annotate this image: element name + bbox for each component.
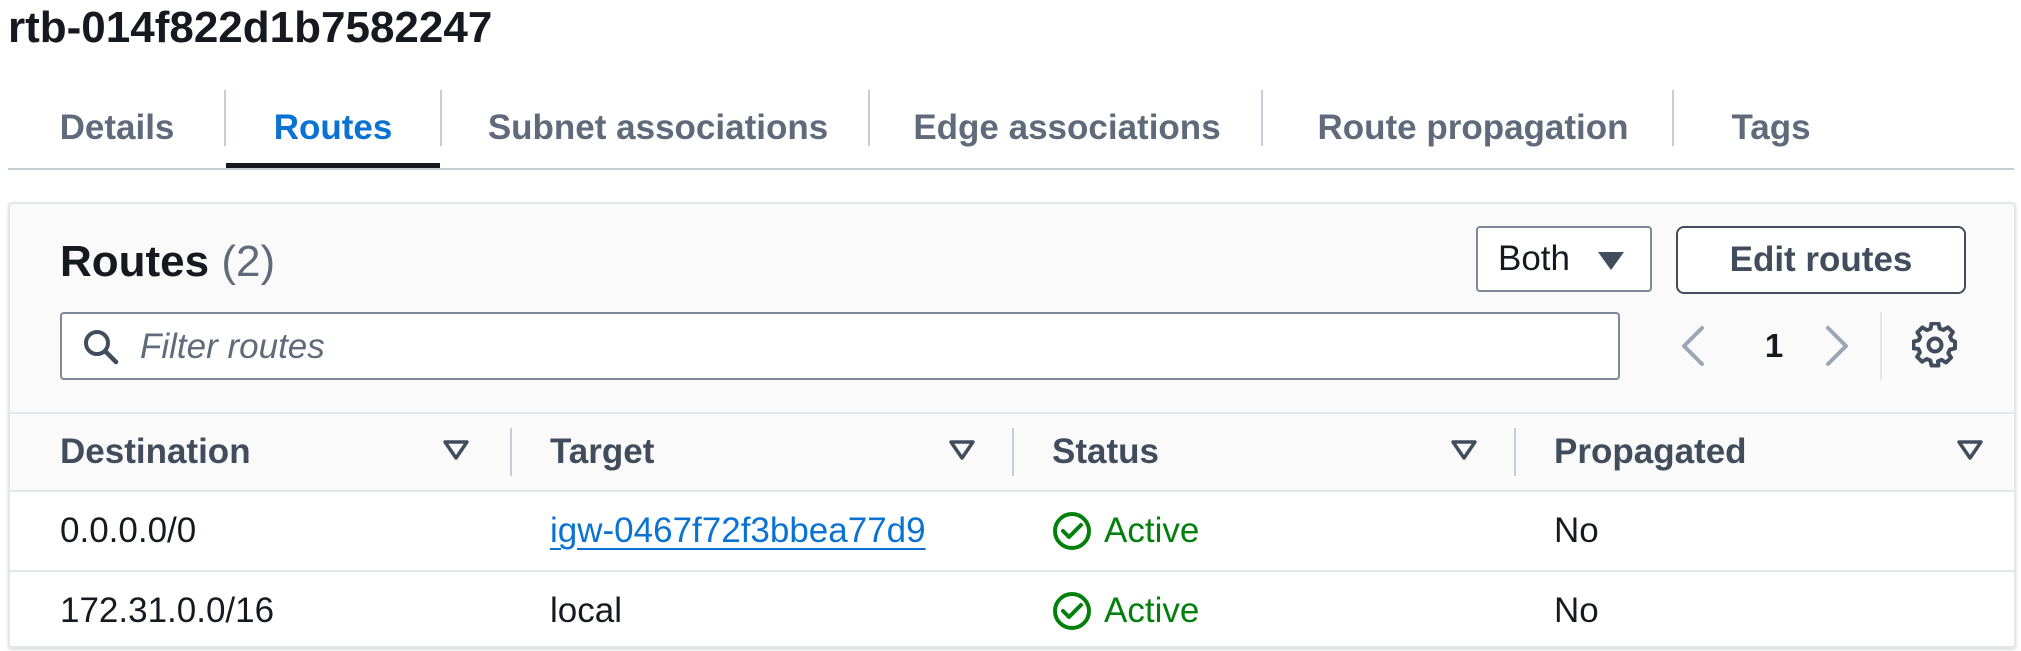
cell-status: Active <box>1052 492 1199 570</box>
column-header-propagated[interactable]: Propagated <box>1554 414 1747 490</box>
table-row: 0.0.0.0/0 igw-0467f72f3bbea77d9 Active N… <box>10 492 2014 572</box>
filter-routes-search[interactable] <box>60 312 1620 380</box>
routes-table: Destination Target Status Propagated 0.0… <box>10 412 2014 646</box>
tab-subnet-associations[interactable]: Subnet associations <box>442 90 874 166</box>
cell-destination: 0.0.0.0/0 <box>60 511 197 550</box>
column-divider[interactable] <box>510 428 512 476</box>
pagination-divider <box>1880 312 1882 380</box>
column-divider[interactable] <box>1514 428 1516 476</box>
table-header: Destination Target Status Propagated <box>10 412 2014 492</box>
tab-details[interactable]: Details <box>8 90 226 166</box>
cell-target: igw-0467f72f3bbea77d9 <box>550 492 926 570</box>
gear-icon[interactable] <box>1912 322 1958 368</box>
status-label: Active <box>1104 511 1200 550</box>
sort-icon[interactable] <box>1956 438 1984 462</box>
tab-routes[interactable]: Routes <box>226 90 440 168</box>
cell-destination: 172.31.0.0/16 <box>60 591 275 630</box>
target-link[interactable]: igw-0467f72f3bbea77d9 <box>550 511 926 551</box>
check-circle-icon <box>1053 512 1091 550</box>
pagination-current-page[interactable]: 1 <box>1754 322 1794 370</box>
column-header-destination[interactable]: Destination <box>60 414 251 490</box>
caret-down-icon <box>1598 252 1624 270</box>
column-header-status[interactable]: Status <box>1052 414 1159 490</box>
routes-container: Routes (2) Both Edit routes 1 Destinatio… <box>8 202 2016 648</box>
cell-propagated: No <box>1554 511 1599 550</box>
routes-heading-label: Routes <box>60 237 210 286</box>
route-filter-select-value: Both <box>1498 239 1570 278</box>
filter-routes-input[interactable] <box>138 322 1602 372</box>
cell-status: Active <box>1052 572 1200 646</box>
column-header-target[interactable]: Target <box>550 414 654 490</box>
route-filter-select[interactable]: Both <box>1476 226 1652 292</box>
tab-edge-associations[interactable]: Edge associations <box>870 90 1264 166</box>
column-divider[interactable] <box>1012 428 1014 476</box>
check-circle-icon <box>1053 592 1091 630</box>
tab-bar: Details Routes Subnet associations Edge … <box>8 90 2014 170</box>
tab-route-propagation[interactable]: Route propagation <box>1263 90 1683 166</box>
cell-propagated: No <box>1554 591 1599 630</box>
routes-count: (2) <box>221 237 276 286</box>
sort-icon[interactable] <box>948 438 976 462</box>
edit-routes-button[interactable]: Edit routes <box>1676 226 1966 294</box>
sort-icon[interactable] <box>442 438 470 462</box>
tab-tags[interactable]: Tags <box>1674 90 1868 166</box>
routes-heading: Routes (2) <box>60 234 275 290</box>
page-title: rtb-014f822d1b7582247 <box>8 3 493 52</box>
sort-icon[interactable] <box>1450 438 1478 462</box>
table-row: 172.31.0.0/16 local Active No <box>10 572 2014 646</box>
search-icon <box>84 330 119 365</box>
chevron-left-icon[interactable] <box>1676 324 1712 368</box>
cell-target: local <box>550 591 622 630</box>
status-label: Active <box>1104 591 1200 630</box>
chevron-right-icon[interactable] <box>1818 324 1854 368</box>
